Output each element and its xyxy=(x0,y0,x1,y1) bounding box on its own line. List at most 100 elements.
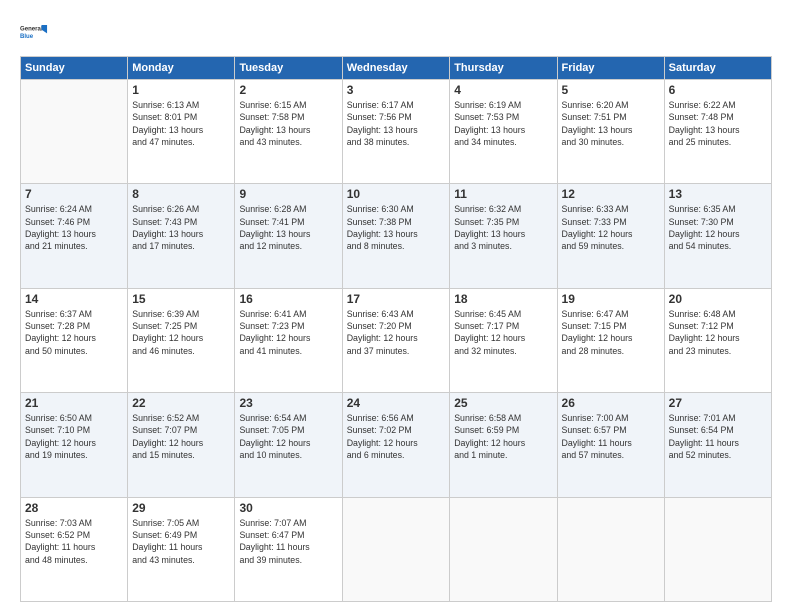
calendar-cell: 8 Sunrise: 6:26 AM Sunset: 7:43 PM Daylig… xyxy=(128,184,235,288)
calendar-cell: 30 Sunrise: 7:07 AM Sunset: 6:47 PM Dayli… xyxy=(235,497,342,601)
day-number: 13 xyxy=(669,187,767,201)
day-info: Sunrise: 6:15 AM Sunset: 7:58 PM Dayligh… xyxy=(239,99,337,148)
page: GeneralBlue SundayMondayTuesdayWednesday… xyxy=(0,0,792,612)
calendar-cell: 22Sunrise: 6:52 AM Sunset: 7:07 PM Dayli… xyxy=(128,393,235,497)
calendar-cell xyxy=(21,80,128,184)
day-info: Sunrise: 7:00 AM Sunset: 6:57 PM Dayligh… xyxy=(562,412,660,461)
calendar-cell: 4 Sunrise: 6:19 AM Sunset: 7:53 PM Daylig… xyxy=(450,80,557,184)
weekday-saturday: Saturday xyxy=(664,57,771,80)
logo-icon: GeneralBlue xyxy=(20,18,48,46)
calendar-cell: 18 Sunrise: 6:45 AM Sunset: 7:17 PM Dayli… xyxy=(450,288,557,392)
day-number: 4 xyxy=(454,83,552,97)
calendar-cell: 26 Sunrise: 7:00 AM Sunset: 6:57 PM Dayli… xyxy=(557,393,664,497)
day-number: 1 xyxy=(132,83,230,97)
day-info: Sunrise: 6:37 AM Sunset: 7:28 PM Dayligh… xyxy=(25,308,123,357)
day-info: Sunrise: 6:41 AM Sunset: 7:23 PM Dayligh… xyxy=(239,308,337,357)
weekday-monday: Monday xyxy=(128,57,235,80)
calendar-cell xyxy=(450,497,557,601)
day-number: 15 xyxy=(132,292,230,306)
day-number: 2 xyxy=(239,83,337,97)
day-info: Sunrise: 6:39 AM Sunset: 7:25 PM Dayligh… xyxy=(132,308,230,357)
calendar-cell: 9 Sunrise: 6:28 AM Sunset: 7:41 PM Daylig… xyxy=(235,184,342,288)
day-info: Sunrise: 6:19 AM Sunset: 7:53 PM Dayligh… xyxy=(454,99,552,148)
day-number: 30 xyxy=(239,501,337,515)
calendar-cell: 6 Sunrise: 6:22 AM Sunset: 7:48 PM Daylig… xyxy=(664,80,771,184)
calendar-cell xyxy=(664,497,771,601)
day-number: 28 xyxy=(25,501,123,515)
day-info: Sunrise: 6:26 AM Sunset: 7:43 PM Dayligh… xyxy=(132,203,230,252)
calendar-week-5: 28 Sunrise: 7:03 AM Sunset: 6:52 PM Dayli… xyxy=(21,497,772,601)
day-number: 14 xyxy=(25,292,123,306)
calendar-body: 1 Sunrise: 6:13 AM Sunset: 8:01 PM Daylig… xyxy=(21,80,772,602)
day-info: Sunrise: 6:17 AM Sunset: 7:56 PM Dayligh… xyxy=(347,99,445,148)
day-info: Sunrise: 6:56 AM Sunset: 7:02 PM Dayligh… xyxy=(347,412,445,461)
weekday-thursday: Thursday xyxy=(450,57,557,80)
day-info: Sunrise: 6:50 AM Sunset: 7:10 PM Dayligh… xyxy=(25,412,123,461)
weekday-friday: Friday xyxy=(557,57,664,80)
calendar-week-1: 1 Sunrise: 6:13 AM Sunset: 8:01 PM Daylig… xyxy=(21,80,772,184)
calendar-cell: 13 Sunrise: 6:35 AM Sunset: 7:30 PM Dayli… xyxy=(664,184,771,288)
day-number: 26 xyxy=(562,396,660,410)
logo: GeneralBlue xyxy=(20,18,48,46)
day-info: Sunrise: 6:20 AM Sunset: 7:51 PM Dayligh… xyxy=(562,99,660,148)
weekday-tuesday: Tuesday xyxy=(235,57,342,80)
calendar-cell: 24 Sunrise: 6:56 AM Sunset: 7:02 PM Dayli… xyxy=(342,393,449,497)
day-number: 6 xyxy=(669,83,767,97)
calendar-cell: 27Sunrise: 7:01 AM Sunset: 6:54 PM Dayli… xyxy=(664,393,771,497)
day-number: 8 xyxy=(132,187,230,201)
calendar-week-4: 21 Sunrise: 6:50 AM Sunset: 7:10 PM Dayli… xyxy=(21,393,772,497)
calendar-cell: 16 Sunrise: 6:41 AM Sunset: 7:23 PM Dayli… xyxy=(235,288,342,392)
day-info: Sunrise: 6:32 AM Sunset: 7:35 PM Dayligh… xyxy=(454,203,552,252)
day-number: 25 xyxy=(454,396,552,410)
day-info: Sunrise: 6:22 AM Sunset: 7:48 PM Dayligh… xyxy=(669,99,767,148)
calendar-cell: 14 Sunrise: 6:37 AM Sunset: 7:28 PM Dayli… xyxy=(21,288,128,392)
header: GeneralBlue xyxy=(20,18,772,46)
calendar-header: SundayMondayTuesdayWednesdayThursdayFrid… xyxy=(21,57,772,80)
day-info: Sunrise: 6:13 AM Sunset: 8:01 PM Dayligh… xyxy=(132,99,230,148)
day-number: 24 xyxy=(347,396,445,410)
day-info: Sunrise: 6:45 AM Sunset: 7:17 PM Dayligh… xyxy=(454,308,552,357)
day-info: Sunrise: 6:33 AM Sunset: 7:33 PM Dayligh… xyxy=(562,203,660,252)
calendar-cell: 1 Sunrise: 6:13 AM Sunset: 8:01 PM Daylig… xyxy=(128,80,235,184)
calendar-cell: 19 Sunrise: 6:47 AM Sunset: 7:15 PM Dayli… xyxy=(557,288,664,392)
day-number: 16 xyxy=(239,292,337,306)
day-info: Sunrise: 7:03 AM Sunset: 6:52 PM Dayligh… xyxy=(25,517,123,566)
day-number: 18 xyxy=(454,292,552,306)
calendar-cell xyxy=(557,497,664,601)
day-info: Sunrise: 6:28 AM Sunset: 7:41 PM Dayligh… xyxy=(239,203,337,252)
svg-text:Blue: Blue xyxy=(20,34,34,40)
day-info: Sunrise: 6:58 AM Sunset: 6:59 PM Dayligh… xyxy=(454,412,552,461)
day-number: 21 xyxy=(25,396,123,410)
calendar-cell: 20 Sunrise: 6:48 AM Sunset: 7:12 PM Dayli… xyxy=(664,288,771,392)
day-info: Sunrise: 7:05 AM Sunset: 6:49 PM Dayligh… xyxy=(132,517,230,566)
calendar-cell: 17Sunrise: 6:43 AM Sunset: 7:20 PM Dayli… xyxy=(342,288,449,392)
day-number: 20 xyxy=(669,292,767,306)
calendar-cell: 5 Sunrise: 6:20 AM Sunset: 7:51 PM Daylig… xyxy=(557,80,664,184)
day-info: Sunrise: 6:24 AM Sunset: 7:46 PM Dayligh… xyxy=(25,203,123,252)
day-info: Sunrise: 7:01 AM Sunset: 6:54 PM Dayligh… xyxy=(669,412,767,461)
calendar-cell: 12Sunrise: 6:33 AM Sunset: 7:33 PM Dayli… xyxy=(557,184,664,288)
calendar-cell: 7Sunrise: 6:24 AM Sunset: 7:46 PM Daylig… xyxy=(21,184,128,288)
day-number: 9 xyxy=(239,187,337,201)
weekday-wednesday: Wednesday xyxy=(342,57,449,80)
day-info: Sunrise: 6:43 AM Sunset: 7:20 PM Dayligh… xyxy=(347,308,445,357)
day-info: Sunrise: 7:07 AM Sunset: 6:47 PM Dayligh… xyxy=(239,517,337,566)
calendar-cell: 3Sunrise: 6:17 AM Sunset: 7:56 PM Daylig… xyxy=(342,80,449,184)
day-number: 19 xyxy=(562,292,660,306)
calendar-week-3: 14 Sunrise: 6:37 AM Sunset: 7:28 PM Dayli… xyxy=(21,288,772,392)
day-number: 29 xyxy=(132,501,230,515)
day-info: Sunrise: 6:35 AM Sunset: 7:30 PM Dayligh… xyxy=(669,203,767,252)
calendar-cell: 15 Sunrise: 6:39 AM Sunset: 7:25 PM Dayli… xyxy=(128,288,235,392)
day-number: 22 xyxy=(132,396,230,410)
calendar-cell: 28 Sunrise: 7:03 AM Sunset: 6:52 PM Dayli… xyxy=(21,497,128,601)
calendar-cell: 2 Sunrise: 6:15 AM Sunset: 7:58 PM Daylig… xyxy=(235,80,342,184)
day-number: 23 xyxy=(239,396,337,410)
day-info: Sunrise: 6:47 AM Sunset: 7:15 PM Dayligh… xyxy=(562,308,660,357)
calendar-week-2: 7Sunrise: 6:24 AM Sunset: 7:46 PM Daylig… xyxy=(21,184,772,288)
day-number: 11 xyxy=(454,187,552,201)
calendar-cell: 25 Sunrise: 6:58 AM Sunset: 6:59 PM Dayli… xyxy=(450,393,557,497)
day-info: Sunrise: 6:48 AM Sunset: 7:12 PM Dayligh… xyxy=(669,308,767,357)
weekday-header-row: SundayMondayTuesdayWednesdayThursdayFrid… xyxy=(21,57,772,80)
day-info: Sunrise: 6:54 AM Sunset: 7:05 PM Dayligh… xyxy=(239,412,337,461)
day-number: 5 xyxy=(562,83,660,97)
